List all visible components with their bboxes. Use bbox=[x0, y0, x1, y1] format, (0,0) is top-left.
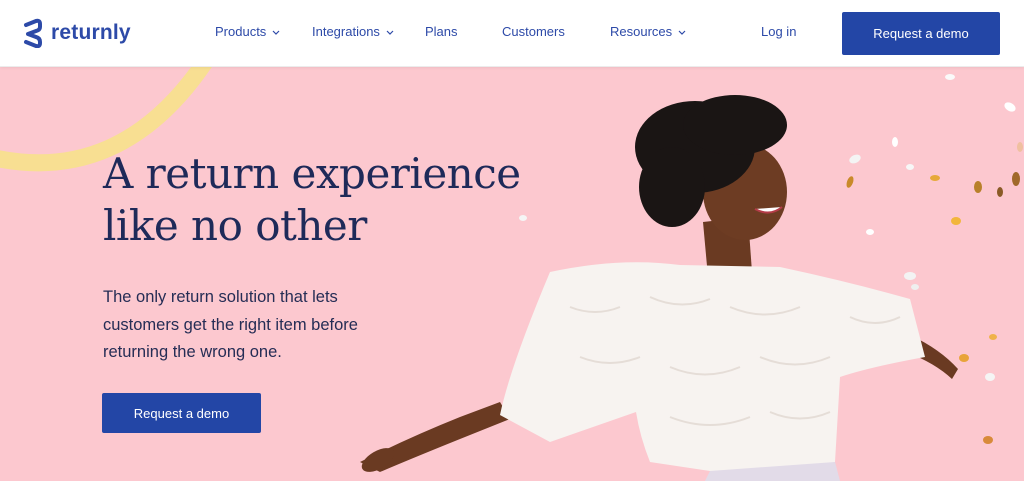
site-header: returnly Products Integrations Plans Cus… bbox=[0, 0, 1024, 67]
nav-plans-label: Plans bbox=[425, 24, 458, 39]
nav-integrations[interactable]: Integrations bbox=[312, 24, 395, 39]
login-label: Log in bbox=[761, 24, 797, 39]
chevron-down-icon bbox=[272, 30, 280, 35]
hero-subtitle-line-2: customers get the right item before bbox=[103, 315, 358, 334]
nav-customers[interactable]: Customers bbox=[502, 24, 565, 39]
request-demo-button-hero[interactable]: Request a demo bbox=[102, 393, 261, 433]
returnly-logo-icon bbox=[24, 18, 42, 48]
hero-subtitle-line-3: returning the wrong one. bbox=[103, 343, 282, 361]
brand-name: returnly bbox=[51, 21, 131, 44]
nav-products[interactable]: Products bbox=[215, 24, 281, 39]
login-link[interactable]: Log in bbox=[761, 24, 796, 39]
hero-section: A return experience like no other The on… bbox=[0, 67, 1024, 481]
request-demo-button-header[interactable]: Request a demo bbox=[842, 12, 1000, 55]
chevron-down-icon bbox=[678, 30, 686, 35]
nav-customers-label: Customers bbox=[502, 24, 565, 39]
nav-plans[interactable]: Plans bbox=[425, 24, 458, 39]
nav-resources-label: Resources bbox=[610, 24, 673, 39]
brand-logo[interactable]: returnly bbox=[22, 18, 131, 48]
nav-resources[interactable]: Resources bbox=[610, 24, 687, 39]
chevron-down-icon bbox=[386, 30, 394, 35]
nav-products-label: Products bbox=[215, 24, 267, 39]
hero-subtitle-line-1: The only return solution that lets bbox=[103, 288, 338, 306]
nav-integrations-label: Integrations bbox=[312, 24, 380, 39]
hero-photo bbox=[360, 74, 1023, 481]
hero-title-line-2: like no other bbox=[103, 201, 367, 250]
